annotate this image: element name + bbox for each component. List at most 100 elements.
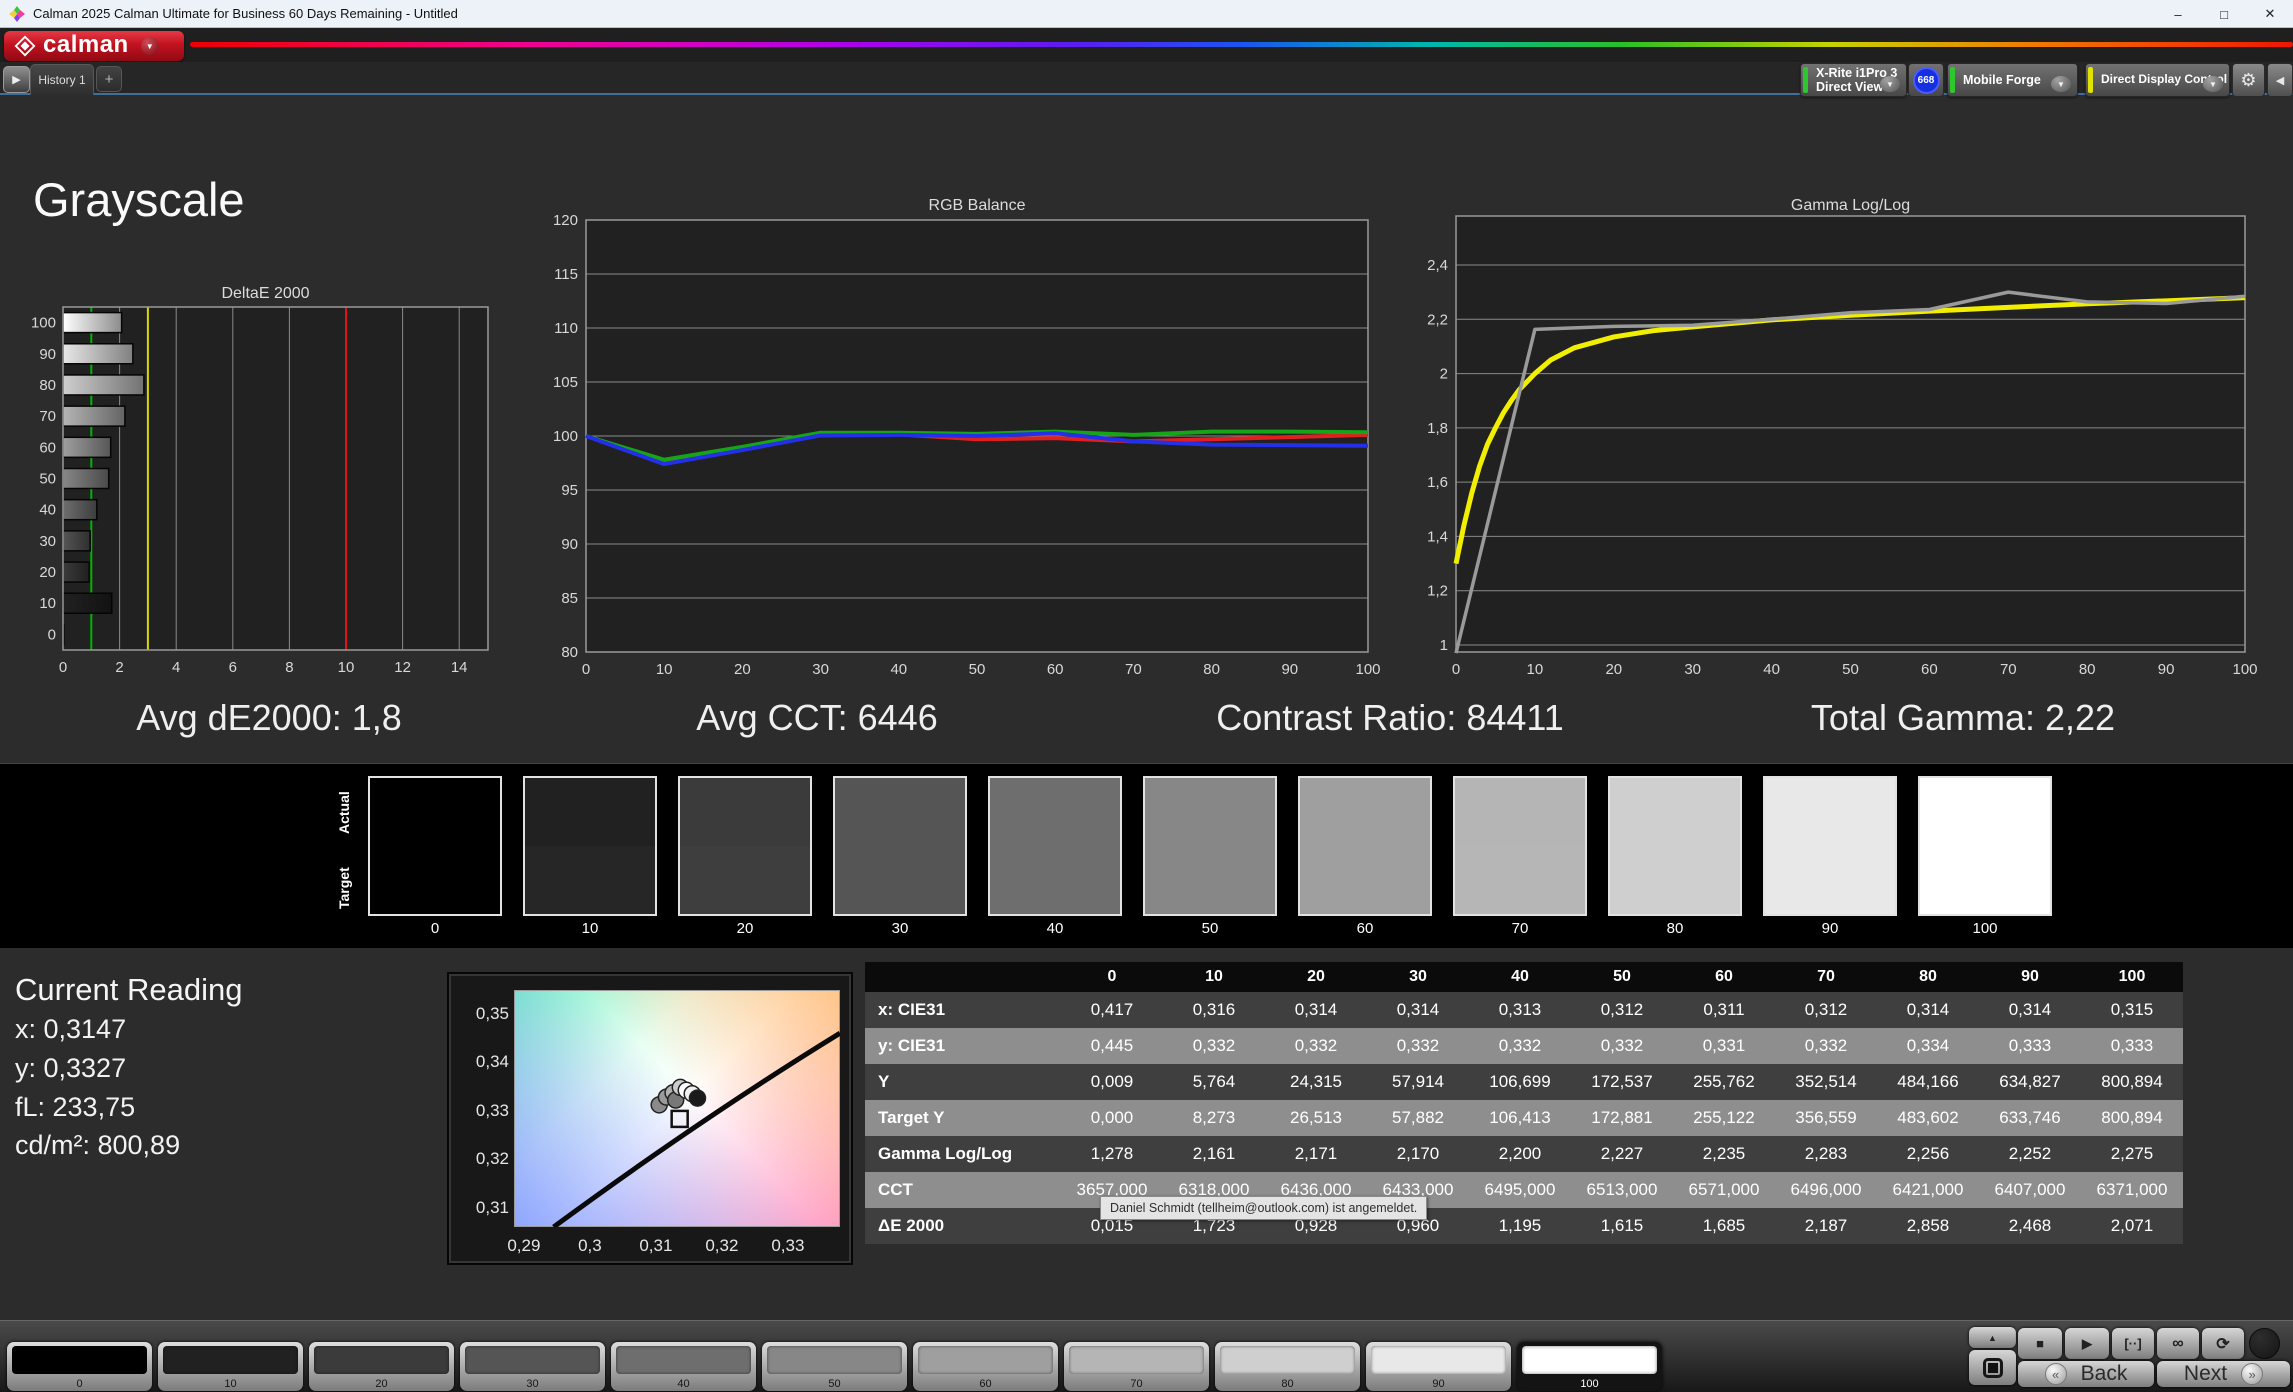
table-cell: 2,283 [1775, 1136, 1877, 1172]
strip-actual-label: Actual [336, 791, 352, 835]
table-cell: 26,513 [1265, 1100, 1367, 1136]
svg-text:10: 10 [656, 661, 673, 678]
pattern-patch [767, 1346, 902, 1374]
svg-text:2,4: 2,4 [1427, 257, 1448, 274]
table-cell: 0,314 [1877, 992, 1979, 1028]
svg-text:115: 115 [554, 266, 578, 283]
stop-measure-button[interactable]: ■ [2018, 1328, 2062, 1359]
display-control-dropdown[interactable]: Direct Display Control ▼ [2085, 63, 2230, 97]
chevron-down-icon: ▼ [140, 37, 159, 55]
grayscale-swatch-70 [1453, 776, 1587, 916]
calman-menu-button[interactable]: calman ▼ [4, 31, 184, 61]
pattern-patch [918, 1346, 1053, 1374]
table-cell: 0,315 [2081, 992, 2183, 1028]
single-measure-button[interactable]: [··] [2112, 1328, 2154, 1359]
table-cell: 2,071 [2081, 1208, 2183, 1244]
table-cell: 2,227 [1571, 1136, 1673, 1172]
pattern-window-icon [1982, 1357, 2003, 1378]
table-header-cell: 30 [1367, 962, 1469, 992]
pattern-button-100[interactable]: 100 [1517, 1342, 1662, 1391]
swatch-actual [1610, 778, 1740, 846]
svg-text:30: 30 [39, 533, 56, 550]
table-header-cell: 50 [1571, 962, 1673, 992]
table-header-cell: 90 [1979, 962, 2081, 992]
session-play-button[interactable]: ▶ [3, 66, 30, 93]
cie-y-tick: 0,33 [475, 1100, 509, 1120]
pattern-button-80[interactable]: 80 [1215, 1342, 1360, 1391]
table-cell: 2,468 [1979, 1208, 2081, 1244]
meter-sync-button[interactable]: 668 [1908, 63, 1944, 97]
table-cell: 0,009 [1061, 1064, 1163, 1100]
back-label: Back [2080, 1362, 2128, 1385]
swatch-target [1455, 846, 1585, 914]
add-tab-button[interactable]: + [96, 66, 122, 92]
svg-text:50: 50 [969, 661, 986, 678]
svg-text:1,4: 1,4 [1427, 528, 1448, 545]
table-cell: 57,882 [1367, 1100, 1469, 1136]
table-cell: 172,881 [1571, 1100, 1673, 1136]
title-bar: Calman 2025 Calman Ultimate for Business… [0, 0, 2293, 28]
table-header-cell: 40 [1469, 962, 1571, 992]
continuous-measure-button[interactable]: ∞ [2157, 1328, 2199, 1359]
play-measure-button[interactable]: ▶ [2065, 1328, 2109, 1359]
pattern-button-70[interactable]: 70 [1064, 1342, 1209, 1391]
cie-scatter-chart [552, 1030, 840, 1227]
pattern-patch [1371, 1346, 1506, 1374]
infinity-icon: ∞ [2172, 1334, 2184, 1352]
table-cell: 2,235 [1673, 1136, 1775, 1172]
svg-text:120: 120 [553, 212, 578, 229]
meter-device-dropdown[interactable]: X-Rite i1Pro 3 Direct View ▼ [1800, 63, 1907, 97]
pattern-window-raise-button[interactable]: ▲ [1969, 1327, 2016, 1348]
svg-text:60: 60 [1921, 661, 1938, 678]
pattern-button-0[interactable]: 0 [7, 1342, 152, 1391]
source-device-dropdown[interactable]: Mobile Forge ▼ [1947, 63, 2078, 97]
table-cell: 0,332 [1571, 1028, 1673, 1064]
svg-text:0: 0 [48, 626, 56, 643]
current-reading-title: Current Reading [15, 972, 243, 1007]
meter-line2: Direct View [1816, 80, 1884, 94]
cie-y-tick: 0,32 [475, 1149, 509, 1169]
pattern-button-40[interactable]: 40 [611, 1342, 756, 1391]
table-cell: 0,417 [1061, 992, 1163, 1028]
minimize-icon[interactable]: – [2155, 0, 2201, 28]
svg-text:20: 20 [39, 564, 56, 581]
loop-measure-button[interactable]: ⟳ [2202, 1328, 2244, 1359]
table-cell: 0,314 [1367, 992, 1469, 1028]
table-header-cell: 100 [2081, 962, 2183, 992]
swatch-actual [835, 778, 965, 846]
swatch-level-label: 0 [430, 920, 440, 937]
table-cell: 633,746 [1979, 1100, 2081, 1136]
pattern-button-30[interactable]: 30 [460, 1342, 605, 1391]
chevron-down-icon: ▼ [1880, 76, 1900, 92]
settings-button[interactable]: ⚙ [2232, 63, 2265, 97]
swatch-target [835, 846, 965, 914]
pattern-button-60[interactable]: 60 [913, 1342, 1058, 1391]
calman-diamond-icon [14, 35, 36, 57]
avg-cct-readout: Avg CCT: 6446 [696, 697, 938, 738]
pattern-button-10[interactable]: 10 [158, 1342, 303, 1391]
table-cell: 6496,000 [1775, 1172, 1877, 1208]
close-icon[interactable]: ✕ [2247, 0, 2293, 28]
pattern-button-90[interactable]: 90 [1366, 1342, 1511, 1391]
pattern-button-20[interactable]: 20 [309, 1342, 454, 1391]
next-button[interactable]: Next » [2157, 1361, 2290, 1387]
pattern-patch [163, 1346, 298, 1374]
strip-target-label: Target [336, 867, 352, 909]
tab-history-1[interactable]: History 1 [30, 64, 94, 95]
swatch-target [525, 846, 655, 914]
maximize-icon[interactable]: □ [2201, 0, 2247, 28]
svg-text:10: 10 [1527, 661, 1544, 678]
table-cell: 0,332 [1775, 1028, 1877, 1064]
collapse-panel-button[interactable]: ◀ [2267, 63, 2293, 97]
svg-text:90: 90 [39, 346, 56, 363]
svg-text:40: 40 [39, 502, 56, 519]
back-button[interactable]: « Back [2018, 1361, 2154, 1387]
grayscale-swatch-100 [1918, 776, 2052, 916]
swatch-level-label: 80 [1666, 920, 1684, 937]
pattern-button-50[interactable]: 50 [762, 1342, 907, 1391]
pattern-window-button[interactable] [1969, 1350, 2016, 1385]
table-cell: 2,858 [1877, 1208, 1979, 1244]
swatch-level-label: 90 [1821, 920, 1839, 937]
svg-text:4: 4 [172, 659, 180, 676]
pattern-label: 90 [1432, 1378, 1445, 1390]
